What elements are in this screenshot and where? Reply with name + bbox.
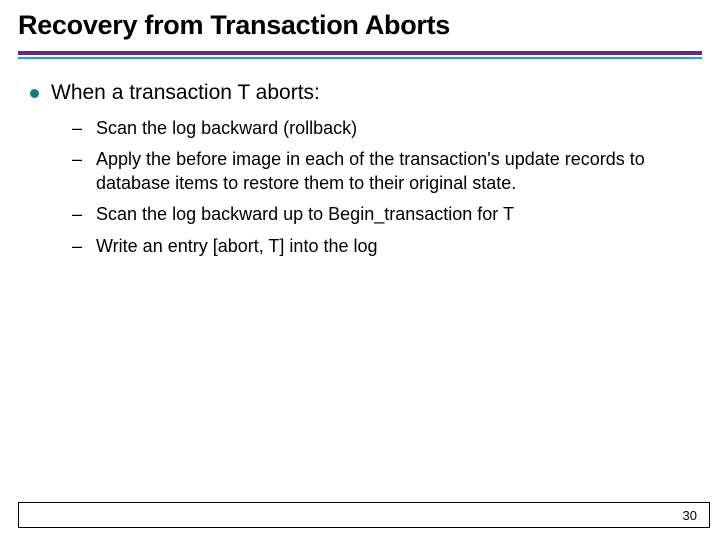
dash-icon: – — [72, 148, 82, 171]
list-item: – Scan the log backward up to Begin_tran… — [72, 203, 690, 226]
underline-thick — [18, 51, 702, 55]
dash-icon: – — [72, 117, 82, 140]
page-title: Recovery from Transaction Aborts — [18, 10, 702, 41]
sub-item-text: Scan the log backward (rollback) — [96, 117, 357, 140]
title-area: Recovery from Transaction Aborts — [0, 0, 720, 47]
dash-icon: – — [72, 235, 82, 258]
sub-item-text: Write an entry [abort, T] into the log — [96, 235, 377, 258]
main-bullet-text: When a transaction T aborts: — [51, 81, 320, 105]
dash-icon: – — [72, 203, 82, 226]
title-underline — [18, 51, 702, 59]
main-bullet: When a transaction T aborts: — [30, 81, 690, 105]
content-area: When a transaction T aborts: – Scan the … — [0, 59, 720, 258]
list-item: – Scan the log backward (rollback) — [72, 117, 690, 140]
sub-item-text: Apply the before image in each of the tr… — [96, 148, 690, 195]
sub-list: – Scan the log backward (rollback) – App… — [30, 117, 690, 258]
list-item: – Write an entry [abort, T] into the log — [72, 235, 690, 258]
sub-item-text: Scan the log backward up to Begin_transa… — [96, 203, 514, 226]
bullet-dot-icon — [30, 89, 39, 98]
footer-box: 30 — [18, 502, 710, 528]
page-number: 30 — [683, 508, 697, 523]
list-item: – Apply the before image in each of the … — [72, 148, 690, 195]
